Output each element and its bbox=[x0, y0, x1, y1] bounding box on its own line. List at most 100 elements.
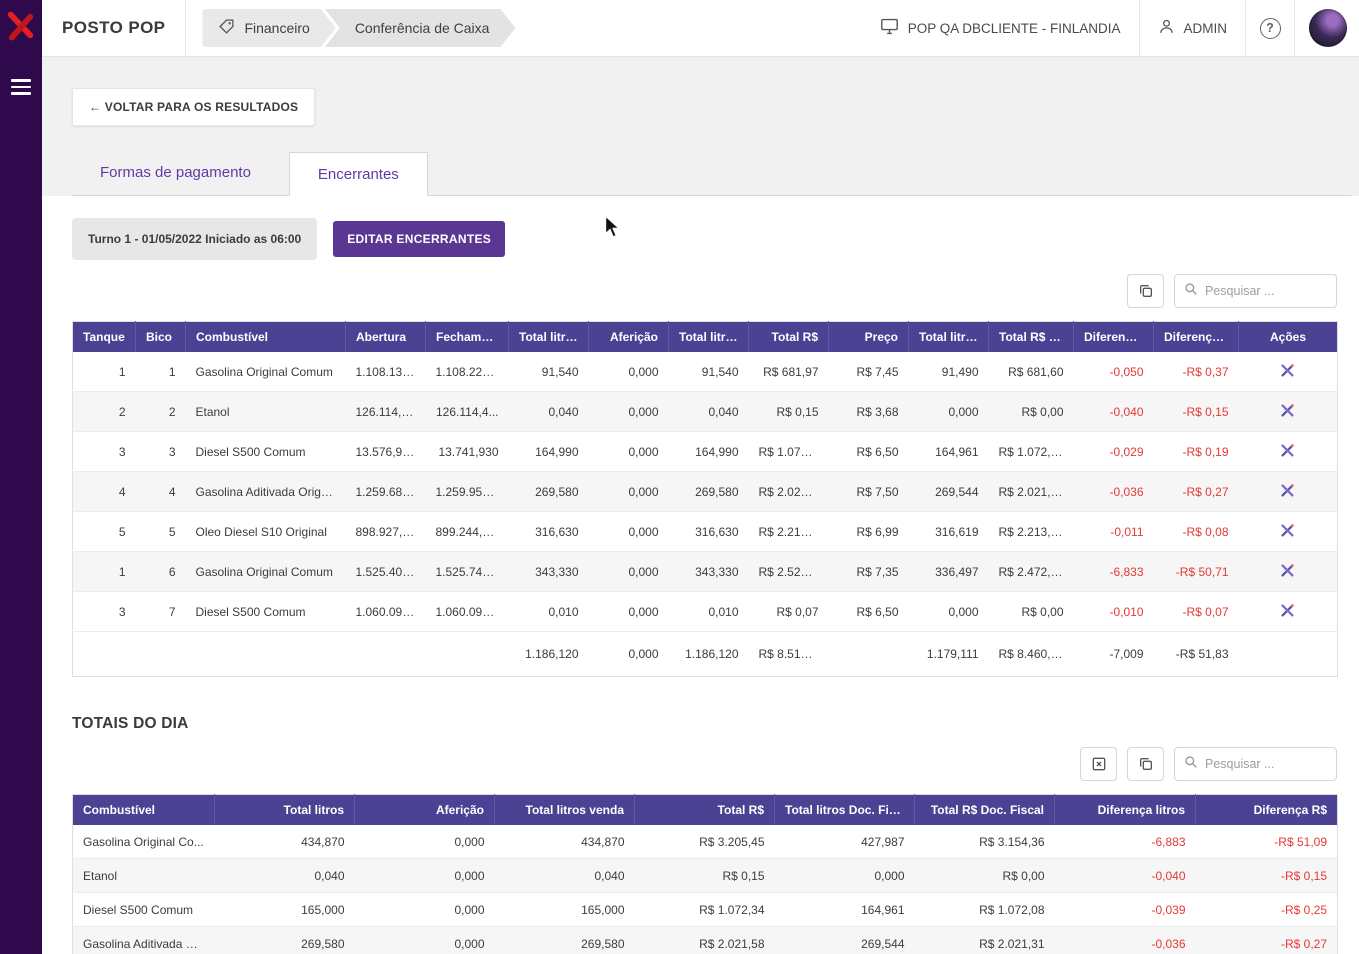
cell: -R$ 0,37 bbox=[1154, 352, 1239, 392]
cell: R$ 1.072,34 bbox=[635, 893, 775, 927]
client-selector[interactable]: POP QA DBCLIENTE - FINLANDIA bbox=[862, 18, 1139, 38]
top-bar: POSTO POP Financeiro Conferência de Caix… bbox=[42, 0, 1359, 57]
cell: 126.114,4... bbox=[426, 392, 509, 432]
cell: 0,000 bbox=[355, 859, 495, 893]
search-box bbox=[1174, 274, 1337, 308]
cell: R$ 2.523,48 bbox=[749, 552, 829, 592]
totals-heading: TOTAIS DO DIA bbox=[72, 715, 1337, 733]
cell: 316,619 bbox=[909, 512, 989, 552]
cell: 316,630 bbox=[509, 512, 589, 552]
tools-icon[interactable] bbox=[1279, 522, 1296, 539]
search-input[interactable] bbox=[1205, 284, 1327, 298]
search-icon bbox=[1184, 282, 1198, 301]
cell: 0,000 bbox=[589, 592, 669, 632]
footer-cell bbox=[346, 632, 426, 677]
shift-chip[interactable]: Turno 1 - 01/05/2022 Iniciado as 06:00 bbox=[72, 218, 317, 260]
cell: R$ 2.021,58 bbox=[635, 927, 775, 954]
table-header-row: CombustívelTotal litrosAferiçãoTotal lit… bbox=[73, 795, 1338, 826]
cell: -6,833 bbox=[1074, 552, 1154, 592]
cell: -0,039 bbox=[1055, 893, 1196, 927]
cell: Oleo Diesel S10 Original bbox=[186, 512, 346, 552]
column-header: Diferença l... bbox=[1074, 322, 1154, 353]
tab-bar: Formas de pagamento Encerrantes bbox=[72, 151, 1351, 196]
cell: 1.060.090,... bbox=[346, 592, 426, 632]
cell: 336,497 bbox=[909, 552, 989, 592]
main-content: ← VOLTAR PARA OS RESULTADOS Formas de pa… bbox=[42, 57, 1359, 954]
cell: Gasolina Aditivada Original bbox=[186, 472, 346, 512]
top-bar-right: POP QA DBCLIENTE - FINLANDIA ADMIN ? bbox=[862, 0, 1359, 56]
cell: R$ 1.072,08 bbox=[989, 432, 1074, 472]
table-row: Etanol0,0400,0000,040R$ 0,150,000R$ 0,00… bbox=[73, 859, 1338, 893]
cell: 13.576,940 bbox=[346, 432, 426, 472]
cell: R$ 0,07 bbox=[749, 592, 829, 632]
cell: -R$ 51,09 bbox=[1196, 825, 1338, 859]
cell: 1.259.950,... bbox=[426, 472, 509, 512]
tools-icon[interactable] bbox=[1279, 482, 1296, 499]
cell: 91,540 bbox=[669, 352, 749, 392]
column-header: Ações bbox=[1239, 322, 1338, 353]
column-header: Aferição bbox=[589, 322, 669, 353]
help-button[interactable]: ? bbox=[1246, 18, 1294, 39]
back-to-results-button[interactable]: ← VOLTAR PARA OS RESULTADOS bbox=[72, 88, 315, 126]
tab-encerrantes[interactable]: Encerrantes bbox=[289, 152, 428, 196]
cell: 4 bbox=[136, 472, 186, 512]
cell: Diesel S500 Comum bbox=[73, 893, 215, 927]
cell: 434,870 bbox=[495, 825, 635, 859]
user-avatar[interactable] bbox=[1309, 9, 1347, 47]
cell: -R$ 0,15 bbox=[1196, 859, 1338, 893]
user-menu[interactable]: ADMIN bbox=[1140, 18, 1246, 38]
cell: 2 bbox=[73, 392, 136, 432]
cell: 3 bbox=[136, 432, 186, 472]
cell: R$ 2.021,31 bbox=[915, 927, 1055, 954]
cell: 126.114,3... bbox=[346, 392, 426, 432]
cell: -R$ 0,27 bbox=[1154, 472, 1239, 512]
tab-formas-de-pagamento[interactable]: Formas de pagamento bbox=[72, 151, 279, 195]
tools-icon[interactable] bbox=[1279, 362, 1296, 379]
cell: 269,544 bbox=[775, 927, 915, 954]
encerrantes-table-toolbar bbox=[72, 274, 1337, 308]
hamburger-menu-icon[interactable] bbox=[7, 73, 35, 101]
cell: -R$ 0,07 bbox=[1154, 592, 1239, 632]
tools-icon[interactable] bbox=[1279, 442, 1296, 459]
footer-cell bbox=[136, 632, 186, 677]
copy-button[interactable] bbox=[1127, 747, 1164, 781]
cell: R$ 681,97 bbox=[749, 352, 829, 392]
cell: 3 bbox=[73, 592, 136, 632]
cell: 164,990 bbox=[669, 432, 749, 472]
breadcrumb-conferencia-de-caixa[interactable]: Conferência de Caixa bbox=[325, 9, 516, 47]
breadcrumb-label: Conferência de Caixa bbox=[355, 20, 490, 36]
tools-icon[interactable] bbox=[1279, 402, 1296, 419]
brand-name: POSTO POP bbox=[42, 18, 185, 38]
cell: 1 bbox=[136, 352, 186, 392]
clear-button[interactable] bbox=[1080, 747, 1117, 781]
cell: 13.741,930 bbox=[426, 432, 509, 472]
table-row: 11Gasolina Original Comum1.108.133,...1.… bbox=[73, 352, 1338, 392]
cell: 1.060.090,... bbox=[426, 592, 509, 632]
tools-icon[interactable] bbox=[1279, 602, 1296, 619]
cell: 7 bbox=[136, 592, 186, 632]
breadcrumb-financeiro[interactable]: Financeiro bbox=[202, 9, 335, 47]
cell: Gasolina Original Comum bbox=[186, 352, 346, 392]
footer-cell: -R$ 51,83 bbox=[1154, 632, 1239, 677]
cell: -R$ 50,71 bbox=[1154, 552, 1239, 592]
cell: R$ 0,00 bbox=[915, 859, 1055, 893]
cell: 5 bbox=[136, 512, 186, 552]
column-header: Total litros bbox=[215, 795, 355, 826]
user-icon bbox=[1158, 18, 1175, 38]
edit-encerrantes-button[interactable]: EDITAR ENCERRANTES bbox=[333, 221, 505, 257]
search-input[interactable] bbox=[1205, 757, 1327, 771]
cell: 0,000 bbox=[355, 825, 495, 859]
copy-button[interactable] bbox=[1127, 274, 1164, 308]
cell: R$ 2.021,58 bbox=[749, 472, 829, 512]
column-header: Total R$ D... bbox=[989, 322, 1074, 353]
cell: 164,961 bbox=[775, 893, 915, 927]
table-row: 33Diesel S500 Comum13.576,94013.741,9301… bbox=[73, 432, 1338, 472]
cell: 316,630 bbox=[669, 512, 749, 552]
cell: -0,050 bbox=[1074, 352, 1154, 392]
cell: R$ 2.213,17 bbox=[989, 512, 1074, 552]
tools-icon[interactable] bbox=[1279, 562, 1296, 579]
brand-logo-icon[interactable] bbox=[6, 9, 36, 43]
table-header-row: TanqueBicoCombustívelAberturaFechamen...… bbox=[73, 322, 1338, 353]
column-header: Total litros venda bbox=[495, 795, 635, 826]
cell: 91,540 bbox=[509, 352, 589, 392]
